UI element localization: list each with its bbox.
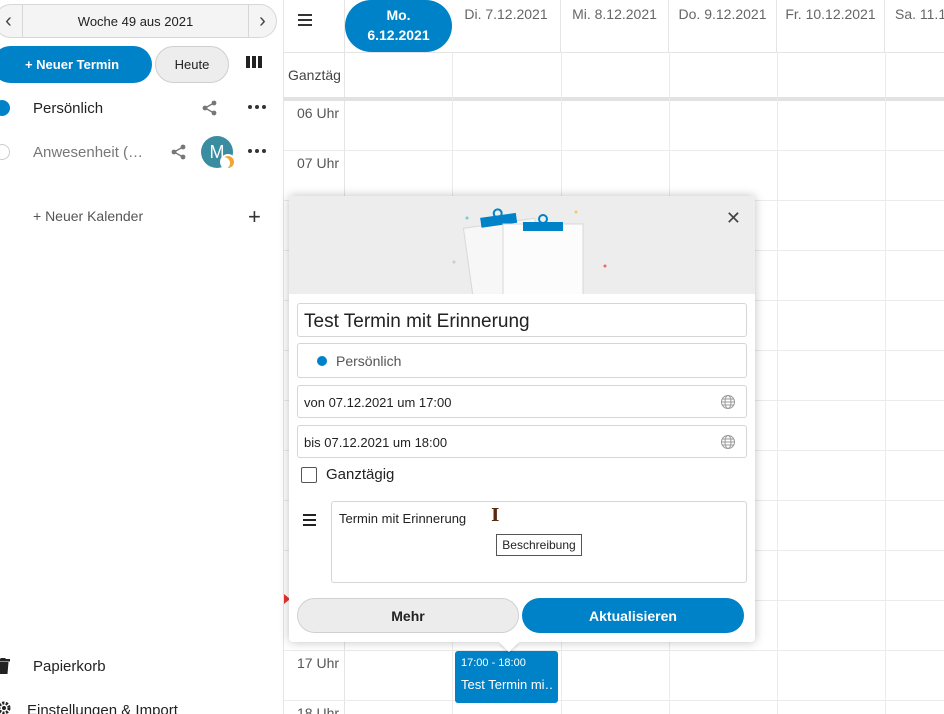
- grid-line: [284, 700, 944, 701]
- trash-item[interactable]: Papierkorb: [0, 658, 106, 675]
- end-datetime-label: bis 07.12.2021 um 18:00: [304, 435, 448, 450]
- trash-icon: [0, 658, 10, 674]
- close-icon[interactable]: ✕: [726, 208, 741, 229]
- share-icon[interactable]: [170, 143, 188, 161]
- calendar-item-presence[interactable]: Anwesenheit (…: [0, 137, 280, 167]
- day-header[interactable]: Mi. 8.12.2021: [561, 0, 669, 52]
- trash-label: Papierkorb: [33, 657, 106, 675]
- plus-icon[interactable]: +: [248, 206, 261, 228]
- day-header[interactable]: Fr. 10.12.2021: [777, 0, 885, 52]
- globe-icon[interactable]: [720, 434, 736, 450]
- update-button[interactable]: Aktualisieren: [522, 598, 744, 633]
- globe-icon[interactable]: [720, 394, 736, 410]
- day-header[interactable]: Di. 7.12.2021: [452, 0, 561, 52]
- day-header[interactable]: Do. 9.12.2021: [669, 0, 777, 52]
- sidebar: ‹ Woche 49 aus 2021 › + Neuer Termin Heu…: [0, 0, 284, 714]
- menu-icon[interactable]: [298, 14, 312, 26]
- allday-checkbox[interactable]: [301, 467, 317, 483]
- more-button[interactable]: Mehr: [297, 598, 519, 633]
- calendar-color-dot[interactable]: [0, 144, 10, 160]
- more-icon[interactable]: [248, 105, 266, 111]
- hour-label: 07 Uhr: [297, 155, 340, 171]
- allday-row[interactable]: [284, 52, 944, 98]
- today-date: 6.12.2021: [367, 27, 430, 43]
- grid-line: [885, 52, 886, 714]
- calendar-item-personal[interactable]: Persönlich: [0, 93, 280, 123]
- start-datetime-field[interactable]: von 07.12.2021 um 17:00: [297, 385, 747, 418]
- end-datetime-field[interactable]: bis 07.12.2021 um 18:00: [297, 425, 747, 458]
- hour-label: 18 Uhr: [297, 705, 340, 714]
- allday-separator: [284, 97, 944, 101]
- calendar-event[interactable]: 17:00 - 18:00 Test Termin mi…: [455, 651, 558, 703]
- tooltip: Beschreibung: [496, 534, 582, 556]
- clipboard-illustration: [452, 208, 607, 294]
- calendar-color-dot: [317, 356, 327, 366]
- today-button[interactable]: Heute: [155, 46, 229, 83]
- description-text: Termin mit Erinnerung: [339, 511, 467, 526]
- chevron-left-icon[interactable]: ‹: [0, 5, 23, 37]
- calendar-item-label: Anwesenheit (…: [33, 143, 144, 161]
- day-header[interactable]: Sa. 11.1: [885, 0, 944, 52]
- event-title-input[interactable]: Test Termin mit Erinnerung: [297, 303, 747, 337]
- gear-icon: [0, 701, 11, 714]
- week-label[interactable]: Woche 49 aus 2021: [23, 14, 248, 29]
- settings-label: Einstellungen & Import: [27, 702, 178, 714]
- grid-line: [284, 150, 944, 151]
- hour-label: 17 Uhr: [297, 655, 340, 671]
- event-popover: ✕ Test Termin mit Erinnerung Persönlich …: [289, 196, 755, 652]
- today-header[interactable]: Mo. 6.12.2021: [345, 0, 452, 52]
- allday-checkbox-label[interactable]: Ganztägig: [326, 466, 394, 483]
- share-icon[interactable]: [201, 99, 219, 117]
- event-title: Test Termin mi…: [461, 677, 552, 692]
- new-event-button[interactable]: + Neuer Termin: [0, 46, 152, 83]
- more-icon[interactable]: [248, 149, 266, 155]
- chevron-right-icon[interactable]: ›: [248, 5, 276, 37]
- popover-tail: [499, 642, 519, 652]
- today-weekday: Mo.: [386, 7, 411, 23]
- start-datetime-label: von 07.12.2021 um 17:00: [304, 395, 452, 410]
- calendar-item-label: Persönlich: [33, 99, 104, 117]
- calendar-select-label: Persönlich: [336, 353, 402, 369]
- moon-icon: [220, 154, 236, 170]
- description-icon: [303, 514, 316, 526]
- popover-illustration: ✕: [289, 196, 755, 294]
- calendar-select[interactable]: Persönlich: [297, 343, 747, 378]
- grid-line: [284, 650, 944, 651]
- columns-icon[interactable]: [246, 56, 262, 70]
- hour-label: 06 Uhr: [297, 105, 340, 121]
- week-navigator: ‹ Woche 49 aus 2021 ›: [0, 4, 277, 38]
- event-time: 17:00 - 18:00: [461, 657, 526, 669]
- calendar-color-dot[interactable]: [0, 100, 10, 116]
- new-calendar-link[interactable]: + Neuer Kalender: [33, 208, 143, 224]
- settings-item[interactable]: Einstellungen & Import: [0, 700, 178, 714]
- text-cursor-icon: I: [491, 505, 500, 526]
- grid-line: [777, 52, 778, 714]
